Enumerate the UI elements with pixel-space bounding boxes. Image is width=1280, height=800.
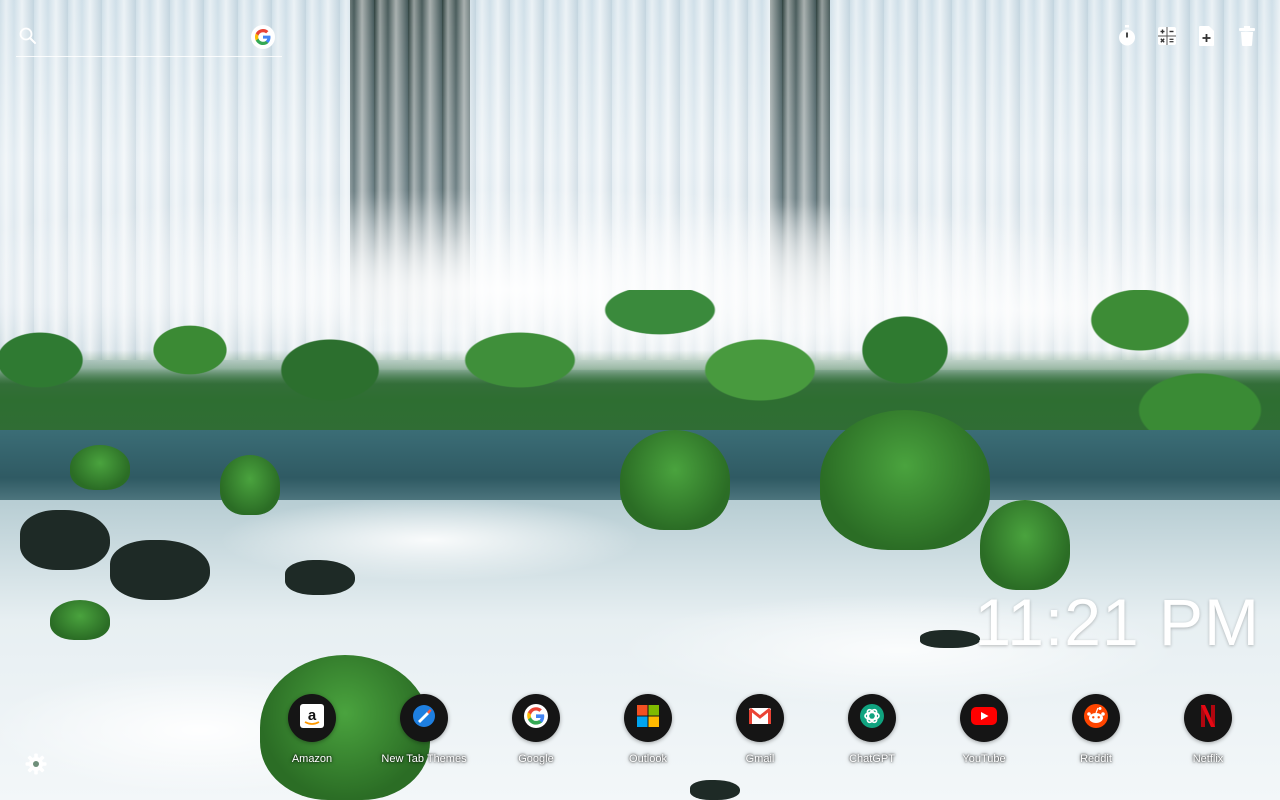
shortcut-netflix[interactable]: Netflix <box>1152 694 1264 765</box>
shortcut-youtube[interactable]: YouTube <box>928 694 1040 765</box>
shortcut-label: Amazon <box>291 753 333 765</box>
shortcut-label: New Tab Themes <box>381 753 467 765</box>
netflix-icon <box>1200 704 1216 733</box>
shortcut-reddit[interactable]: Reddit <box>1040 694 1152 765</box>
top-toolbar <box>1116 24 1258 48</box>
shortcut-outlook[interactable]: Outlook <box>592 694 704 765</box>
gmail-icon <box>748 706 772 731</box>
amazon-icon: a <box>300 703 324 733</box>
background-wallpaper <box>0 0 1280 800</box>
shortcut-google[interactable]: Google <box>480 694 592 765</box>
chatgpt-icon <box>859 703 885 734</box>
reddit-icon <box>1083 703 1109 734</box>
svg-text:a: a <box>308 707 317 724</box>
shortcut-gmail[interactable]: Gmail <box>704 694 816 765</box>
google-icon <box>524 703 548 733</box>
shortcut-label: Reddit <box>1080 753 1112 765</box>
shortcut-new-tab-themes[interactable]: New Tab Themes <box>368 694 480 765</box>
shortcuts-dock: a Amazon New Tab Themes Google Outlook G… <box>256 694 1256 774</box>
microsoft-icon <box>636 704 660 733</box>
youtube-icon <box>971 706 997 730</box>
shortcut-label: Gmail <box>745 753 775 765</box>
calculator-icon[interactable] <box>1156 24 1178 48</box>
google-icon[interactable] <box>251 25 275 49</box>
shortcut-amazon[interactable]: a Amazon <box>256 694 368 765</box>
clock-time: 11:21 PM <box>974 585 1260 659</box>
shortcut-label: Google <box>518 753 554 765</box>
add-note-icon[interactable] <box>1196 24 1218 48</box>
search-icon[interactable] <box>18 26 38 46</box>
shortcut-label: Netflix <box>1192 753 1224 765</box>
search-bar[interactable] <box>16 22 282 57</box>
search-input[interactable] <box>46 24 250 52</box>
gear-icon[interactable] <box>24 752 48 776</box>
new-tab-themes-icon <box>412 704 436 733</box>
shortcut-label: YouTube <box>962 753 1006 765</box>
shortcut-label: Outlook <box>629 753 667 765</box>
shortcut-chatgpt[interactable]: ChatGPT <box>816 694 928 765</box>
trash-icon[interactable] <box>1236 24 1258 48</box>
shortcut-label: ChatGPT <box>849 753 895 765</box>
timer-icon[interactable] <box>1116 24 1138 48</box>
